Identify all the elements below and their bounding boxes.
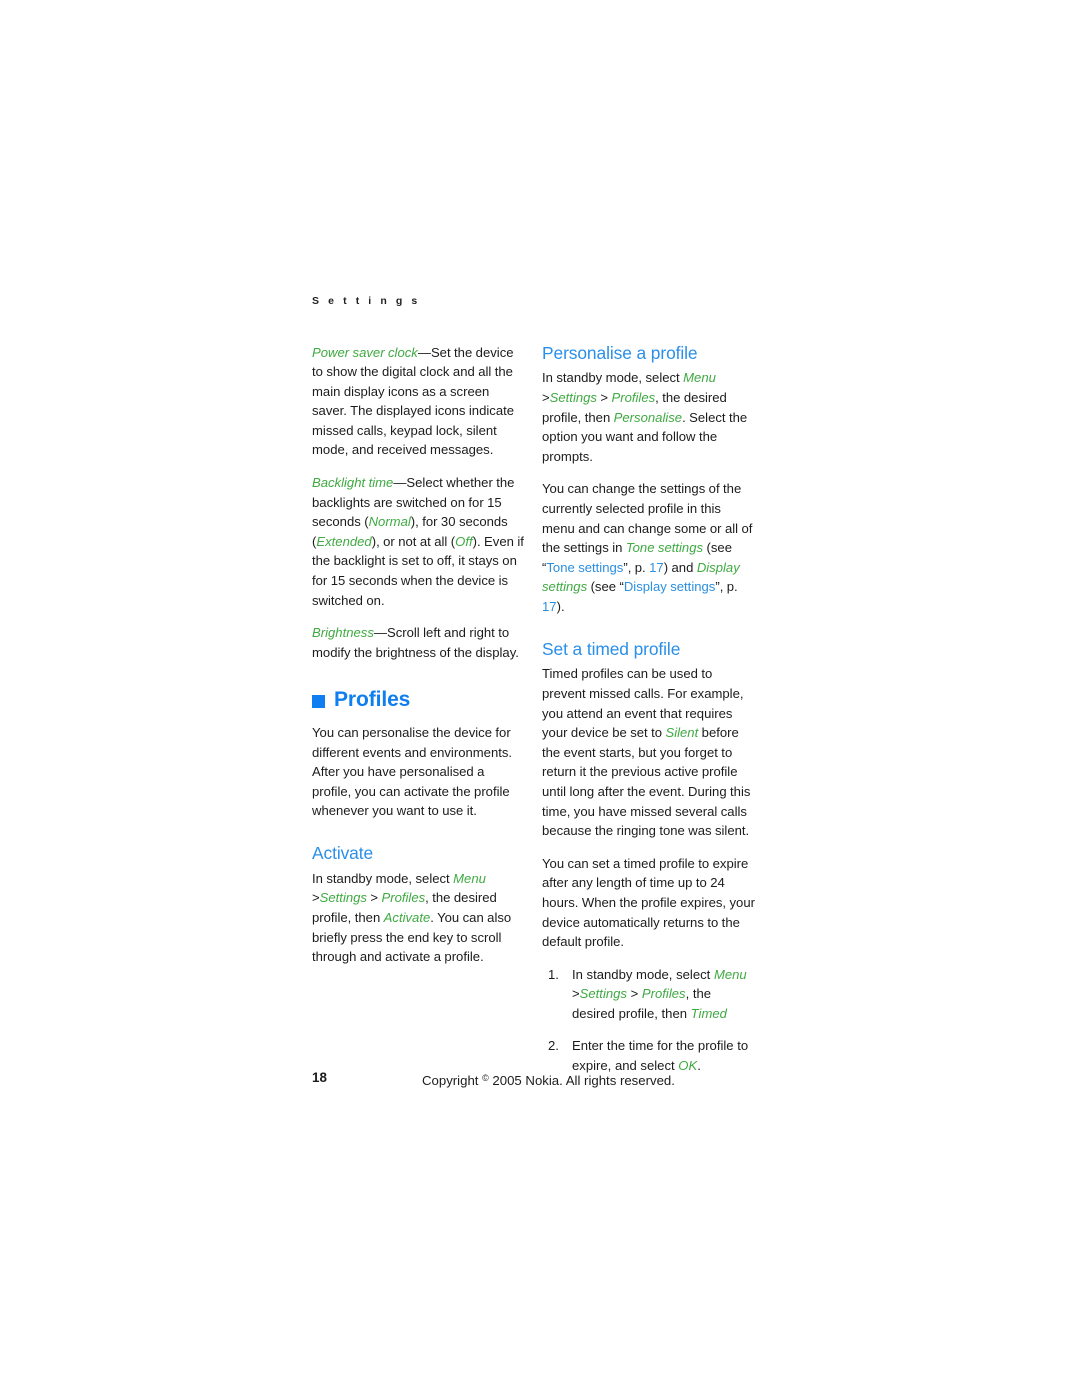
section-heading-personalise-a-profile: Personalise a profile bbox=[542, 342, 698, 363]
copyright-notice: Copyright © 2005 Nokia. All rights reser… bbox=[422, 1068, 675, 1091]
paragraph-activate-steps: In standby mode, select Menu >Settings >… bbox=[312, 869, 526, 967]
term-brightness: Brightness bbox=[312, 625, 374, 641]
menu-item-profiles: Profiles bbox=[611, 389, 656, 405]
page-number: 18 bbox=[312, 1070, 327, 1085]
menu-item-tone-settings: Tone settings bbox=[625, 540, 704, 556]
text-personalise-3: > bbox=[596, 389, 612, 405]
menu-item-menu: Menu bbox=[683, 370, 716, 386]
page-footer: 18 Copyright © 2005 Nokia. All rights re… bbox=[312, 1068, 772, 1088]
step-number: 2. bbox=[548, 1038, 559, 1054]
copyright-post: 2005 Nokia. All rights reserved. bbox=[488, 1073, 675, 1088]
menu-item-menu: Menu bbox=[453, 870, 486, 886]
text-activate-1: In standby mode, select bbox=[312, 870, 454, 886]
text-step1-1: In standby mode, select bbox=[572, 966, 714, 982]
numbered-steps-list: 1. In standby mode, select Menu >Settings… bbox=[542, 965, 756, 1076]
menu-item-settings: Settings bbox=[549, 389, 597, 405]
menu-item-personalise: Personalise bbox=[613, 409, 683, 425]
text-activate-3: > bbox=[366, 890, 382, 906]
left-column: Power saver clock—Set the device to show… bbox=[312, 343, 526, 967]
text-change-4: ) and bbox=[663, 559, 697, 575]
menu-item-profiles: Profiles bbox=[641, 986, 686, 1002]
paragraph-backlight-time: Backlight time—Select whether the backli… bbox=[312, 473, 526, 610]
value-extended: Extended bbox=[316, 533, 372, 549]
menu-item-settings: Settings bbox=[319, 890, 367, 906]
text-change-5: (see “ bbox=[587, 579, 624, 595]
value-off: Off bbox=[455, 533, 473, 549]
text-personalise-1: In standby mode, select bbox=[542, 370, 684, 386]
step-number: 1. bbox=[548, 966, 559, 982]
menu-item-timed: Timed bbox=[690, 1005, 727, 1021]
crossref-page-17-tone[interactable]: 17 bbox=[649, 560, 664, 575]
section-heading-set-a-timed-profile: Set a timed profile bbox=[542, 638, 681, 659]
menu-item-settings: Settings bbox=[579, 986, 627, 1002]
menu-item-menu: Menu bbox=[713, 966, 747, 982]
text-change-7: ). bbox=[556, 598, 565, 614]
text-step1-3: > bbox=[626, 986, 642, 1002]
paragraph-power-saver-clock: Power saver clock—Set the device to show… bbox=[312, 343, 526, 461]
paragraph-change-settings: You can change the settings of the curre… bbox=[542, 479, 756, 616]
manual-page-content: S e t t i n g s Power saver clock—Set th… bbox=[312, 296, 756, 1076]
text-backlight-3: ), or not at all ( bbox=[371, 533, 456, 549]
crossref-link-display-settings[interactable]: Display settings bbox=[624, 579, 716, 594]
paragraph-timed-expiry: You can set a timed profile to expire af… bbox=[542, 855, 755, 950]
copyright-symbol: © bbox=[482, 1073, 489, 1083]
chapter-heading-profiles: Profiles bbox=[312, 688, 526, 712]
profile-name-silent: Silent bbox=[665, 725, 699, 741]
menu-item-profiles: Profiles bbox=[381, 890, 426, 906]
chapter-heading-profiles-label: Profiles bbox=[334, 688, 411, 712]
text-power-saver-clock-body: —Set the device to show the digital cloc… bbox=[312, 344, 515, 458]
two-column-layout: Power saver clock—Set the device to show… bbox=[312, 343, 756, 1076]
square-bullet-icon bbox=[312, 694, 325, 708]
paragraph-personalise-steps: In standby mode, select Menu >Settings >… bbox=[542, 368, 756, 466]
crossref-link-tone-settings[interactable]: Tone settings bbox=[546, 560, 623, 575]
value-normal: Normal bbox=[368, 514, 411, 530]
menu-item-activate: Activate bbox=[383, 909, 431, 925]
text-change-6: ”, p. bbox=[715, 579, 738, 595]
term-power-saver-clock: Power saver clock bbox=[312, 344, 418, 360]
list-item: 1. In standby mode, select Menu >Settings… bbox=[542, 965, 756, 1024]
right-column: Personalise a profile In standby mode, s… bbox=[542, 343, 756, 1076]
copyright-pre: Copyright bbox=[422, 1073, 483, 1088]
running-head: S e t t i n g s bbox=[312, 295, 421, 307]
section-heading-activate: Activate bbox=[312, 842, 374, 863]
text-change-3: ”, p. bbox=[623, 559, 650, 575]
text-personalise-2: > bbox=[542, 389, 550, 405]
paragraph-brightness: Brightness—Scroll left and right to modi… bbox=[312, 623, 526, 662]
text-timed-2: before the event starts, but you forget … bbox=[542, 725, 751, 839]
crossref-page-17-display[interactable]: 17 bbox=[542, 599, 557, 614]
paragraph-timed-intro: Timed profiles can be used to prevent mi… bbox=[542, 664, 756, 840]
paragraph-profiles-intro: You can personalise the device for diffe… bbox=[312, 724, 513, 819]
text-activate-2: > bbox=[312, 890, 320, 906]
text-step1-2: > bbox=[572, 986, 580, 1002]
term-backlight-time: Backlight time bbox=[312, 475, 394, 491]
